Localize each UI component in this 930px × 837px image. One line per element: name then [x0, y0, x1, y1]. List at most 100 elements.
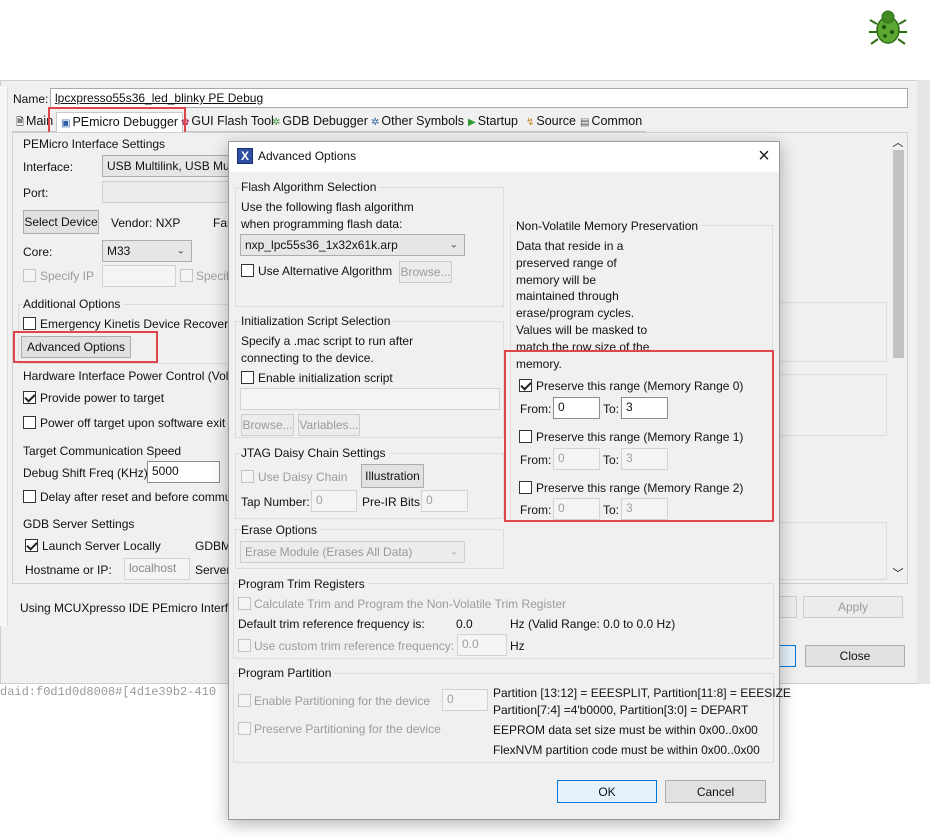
launch-locally-label: Launch Server Locally	[42, 539, 161, 553]
preserve-partitioning-label: Preserve Partitioning for the device	[254, 722, 441, 736]
calc-trim-label: Calculate Trim and Program the Non-Volat…	[254, 597, 567, 611]
trim-range-text: Hz (Valid Range: 0.0 to 0.0 Hz)	[510, 617, 676, 631]
interface-settings-title: PEMicro Interface Settings	[23, 137, 166, 151]
specify-ip-label: Specify IP	[40, 269, 95, 283]
erase-title: Erase Options	[241, 523, 321, 537]
calc-trim-checkbox[interactable]	[238, 597, 251, 610]
name-value: lpcxpresso55s36_led_blinky PE Debug	[55, 91, 264, 105]
host-field[interactable]: localhost	[124, 558, 190, 580]
tab-source[interactable]: ↯ Source	[522, 112, 580, 132]
vertical-scrollbar-thumb[interactable]	[893, 150, 904, 358]
tap-number-field[interactable]: 0	[311, 490, 357, 512]
additional-options-title: Additional Options	[23, 297, 124, 311]
core-combo[interactable]: M33 ⌄	[102, 240, 192, 262]
init-title: Initialization Script Selection	[241, 314, 394, 328]
power-title: Hardware Interface Power Control (Volt	[23, 369, 232, 383]
trim-title: Program Trim Registers	[238, 577, 368, 591]
init-browse-button[interactable]: Browse...	[241, 414, 294, 436]
highlight-memory-ranges	[504, 350, 774, 522]
custom-trim-field[interactable]: 0.0	[457, 634, 507, 656]
scroll-up-icon[interactable]: ︿	[890, 134, 906, 149]
speed-title: Target Communication Speed	[23, 444, 182, 458]
nvm-desc-line: erase/program cycles.	[516, 306, 635, 321]
document-icon: 🗎	[16, 117, 25, 128]
preserve-partitioning-checkbox[interactable]	[238, 722, 251, 735]
partition-info-3: EEPROM data set size must be within 0x00…	[493, 723, 758, 737]
nvm-desc-line: maintained through	[516, 289, 619, 304]
port-combo[interactable]	[102, 181, 242, 203]
provide-power-label: Provide power to target	[40, 391, 165, 405]
dialog-app-icon: X	[237, 148, 253, 164]
tab-gdb-debugger[interactable]: ✲ GDB Debugger	[268, 112, 372, 132]
interface-combo[interactable]: USB Multilink, USB Mult	[102, 155, 242, 177]
flash-algorithm-combo[interactable]: nxp_lpc55s36_1x32x61k.arp ⌄	[240, 234, 465, 256]
enable-partitioning-checkbox[interactable]	[238, 694, 251, 707]
close-icon[interactable]: ×	[754, 144, 774, 168]
freq-field[interactable]: 5000	[147, 461, 220, 483]
select-device-button[interactable]: Select Device	[23, 210, 99, 234]
scroll-down-icon[interactable]: ﹀	[890, 565, 906, 580]
tab-gui-flash-tool[interactable]: ✿ GUI Flash Tool	[177, 112, 278, 132]
tab-common[interactable]: ▤ Common	[576, 112, 646, 132]
revert-button[interactable]	[779, 596, 797, 618]
right-group-box-3	[779, 522, 887, 580]
chevron-down-icon: ⌄	[176, 245, 185, 257]
ip-field[interactable]	[102, 265, 176, 287]
preir-label: Pre-IR Bits:	[362, 495, 424, 509]
flash-title: Flash Algorithm Selection	[241, 180, 380, 194]
preir-field[interactable]: 0	[421, 490, 468, 512]
init-desc-1: Specify a .mac script to run after	[241, 334, 414, 348]
custom-trim-label: Use custom trim reference frequency:	[254, 639, 455, 653]
name-field[interactable]: lpcxpresso55s36_led_blinky PE Debug	[50, 88, 908, 108]
partition-value-field[interactable]: 0	[442, 689, 488, 711]
partition-info-4: FlexNVM partition code must be within 0x…	[493, 743, 760, 757]
custom-trim-unit: Hz	[510, 639, 525, 653]
power-off-checkbox[interactable]	[23, 416, 36, 429]
erase-combo[interactable]: Erase Module (Erases All Data) ⌄	[240, 541, 465, 563]
enable-partitioning-label: Enable Partitioning for the device	[254, 694, 431, 708]
gdbm-label: GDBM	[195, 539, 231, 553]
delay-label: Delay after reset and before commu	[40, 490, 232, 504]
debug-button[interactable]	[779, 645, 796, 667]
init-script-field[interactable]	[240, 388, 500, 410]
common-icon: ▤	[580, 117, 590, 128]
provide-power-checkbox[interactable]	[23, 391, 36, 404]
enable-init-script-checkbox[interactable]	[241, 371, 254, 384]
background-text: daid:f0d1d0d8008#[4d1e39b2-410	[0, 685, 217, 699]
delay-checkbox[interactable]	[23, 490, 36, 503]
flash-browse-button[interactable]: Browse...	[399, 261, 452, 283]
close-button[interactable]: Close	[805, 645, 905, 667]
right-panel-edge	[917, 80, 930, 684]
enable-init-script-label: Enable initialization script	[258, 371, 393, 385]
specify-port-checkbox[interactable]	[180, 269, 193, 282]
tab-startup[interactable]: ▶ Startup	[464, 112, 522, 132]
source-icon: ↯	[526, 117, 535, 128]
left-panel	[0, 86, 8, 626]
tab-other-symbols[interactable]: ✲ Other Symbols	[367, 112, 468, 132]
right-group-box-2	[779, 374, 887, 436]
nvm-desc-line: Values will be masked to	[516, 322, 648, 337]
nvm-desc-line: Data that reside in a	[516, 239, 624, 253]
use-alt-algorithm-label: Use Alternative Algorithm	[258, 264, 393, 278]
default-trim-value: 0.0	[456, 617, 473, 631]
use-alt-algorithm-checkbox[interactable]	[241, 264, 254, 277]
partition-info-1: Partition [13:12] = EEESPLIT, Partition[…	[493, 686, 791, 700]
partition-title: Program Partition	[238, 666, 335, 680]
right-group-box-1	[779, 302, 887, 362]
vendor-label: Vendor: NXP	[111, 216, 181, 230]
emergency-recovery-label: Emergency Kinetis Device Recovery	[40, 317, 235, 331]
illustration-button[interactable]: Illustration	[361, 464, 424, 488]
ok-button[interactable]: OK	[557, 780, 657, 803]
server-label: Server	[195, 563, 231, 577]
emergency-recovery-checkbox[interactable]	[23, 317, 36, 330]
apply-button[interactable]: Apply	[803, 596, 903, 618]
variables-button[interactable]: Variables...	[298, 414, 360, 436]
custom-trim-checkbox[interactable]	[238, 639, 251, 652]
launch-locally-checkbox[interactable]	[25, 539, 38, 552]
cancel-button[interactable]: Cancel	[665, 780, 766, 803]
gear-icon: ✲	[371, 117, 380, 128]
gdb-title: GDB Server Settings	[23, 517, 135, 531]
nvm-desc-line: preserved range of	[516, 255, 617, 270]
use-daisy-chain-checkbox[interactable]	[241, 470, 254, 483]
specify-ip-checkbox[interactable]	[23, 269, 36, 282]
